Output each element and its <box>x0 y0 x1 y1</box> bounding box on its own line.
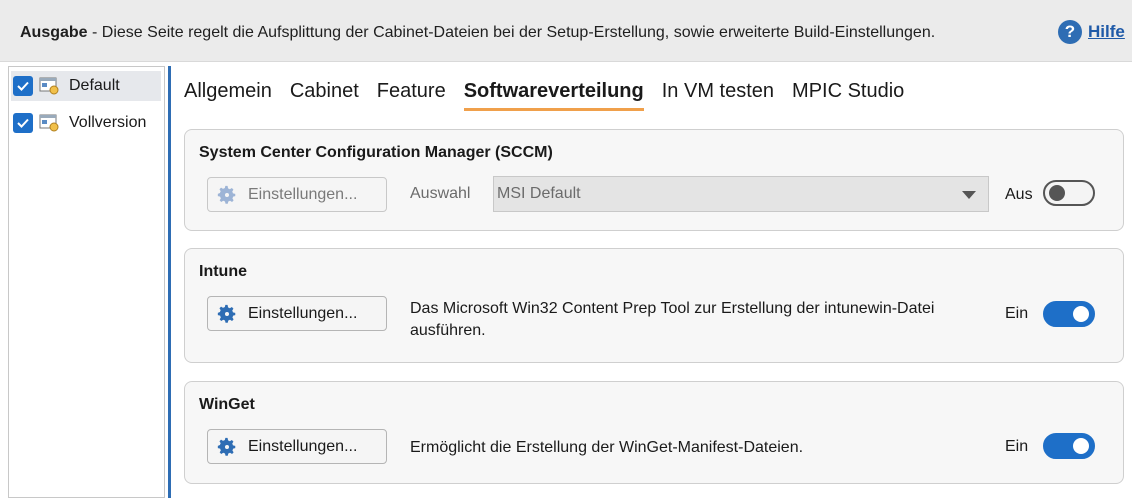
gear-icon <box>217 437 236 456</box>
winget-toggle-label: Ein <box>1005 438 1029 455</box>
sccm-toggle-label: Aus <box>1005 186 1033 203</box>
help-link-group[interactable]: ? Hilfe <box>1058 20 1125 44</box>
winget-panel: WinGet Einstellungen... Ermöglicht die E… <box>184 381 1124 484</box>
configuration-tree: Default Vollversion <box>8 66 165 498</box>
intune-toggle[interactable] <box>1043 301 1095 327</box>
tab-allgemein[interactable]: Allgemein <box>184 78 272 112</box>
tab-mpic-studio[interactable]: MPIC Studio <box>792 78 904 112</box>
checkmark-icon <box>17 118 29 128</box>
sccm-settings-button[interactable]: Einstellungen... <box>207 177 387 212</box>
intune-panel: Intune Einstellungen... Das Microsoft Wi… <box>184 248 1124 363</box>
header-description: Ausgabe - Diese Seite regelt die Aufspli… <box>20 24 935 42</box>
toggle-knob <box>1073 438 1089 454</box>
sccm-selection-value: MSI Default <box>497 185 581 202</box>
header-label: Ausgabe <box>20 24 88 41</box>
tree-item-vollversion[interactable]: Vollversion <box>11 108 161 138</box>
intune-toggle-label: Ein <box>1005 305 1029 322</box>
checkbox-default[interactable] <box>13 76 33 96</box>
checkbox-vollversion[interactable] <box>13 113 33 133</box>
winget-settings-button[interactable]: Einstellungen... <box>207 429 387 464</box>
checkmark-icon <box>17 81 29 91</box>
tab-in-vm-testen[interactable]: In VM testen <box>662 78 774 112</box>
toggle-knob <box>1073 306 1089 322</box>
tab-feature[interactable]: Feature <box>377 78 446 112</box>
tree-item-label: Vollversion <box>69 114 147 131</box>
sccm-selection-dropdown[interactable]: MSI Default <box>493 176 989 212</box>
sidebar-separator[interactable] <box>168 66 171 498</box>
winget-title: WinGet <box>199 396 255 413</box>
intune-settings-button-label: Einstellungen... <box>248 304 358 322</box>
page-header: Ausgabe - Diese Seite regelt die Aufspli… <box>0 0 1132 62</box>
question-circle-icon[interactable]: ? <box>1058 20 1082 44</box>
intune-title: Intune <box>199 263 247 280</box>
dropdown-arrow-icon <box>962 191 976 199</box>
tab-softwareverteilung[interactable]: Softwareverteilung <box>463 78 644 112</box>
gear-icon <box>217 185 236 204</box>
winget-settings-button-label: Einstellungen... <box>248 437 358 455</box>
header-description-text: - Diese Seite regelt die Aufsplittung de… <box>87 24 936 41</box>
winget-description: Ermöglicht die Erstellung der WinGet-Man… <box>410 439 804 456</box>
sccm-settings-button-label: Einstellungen... <box>248 185 358 203</box>
gear-icon <box>217 304 236 323</box>
sccm-selection-label: Auswahl <box>410 185 471 202</box>
tab-cabinet[interactable]: Cabinet <box>290 78 359 112</box>
intune-settings-button[interactable]: Einstellungen... <box>207 296 387 331</box>
toggle-knob <box>1049 185 1065 201</box>
tree-item-default[interactable]: Default <box>11 71 161 101</box>
help-link[interactable]: Hilfe <box>1088 22 1125 42</box>
sccm-toggle[interactable] <box>1043 180 1095 206</box>
tab-bar: Allgemein Cabinet Feature Softwarevertei… <box>184 78 922 112</box>
intune-description: Das Microsoft Win32 Content Prep Tool zu… <box>410 300 935 339</box>
sccm-panel: System Center Configuration Manager (SCC… <box>184 129 1124 231</box>
winget-toggle[interactable] <box>1043 433 1095 459</box>
tree-item-label: Default <box>69 77 120 94</box>
sccm-title: System Center Configuration Manager (SCC… <box>199 144 553 161</box>
package-icon <box>39 114 59 132</box>
package-icon <box>39 77 59 95</box>
